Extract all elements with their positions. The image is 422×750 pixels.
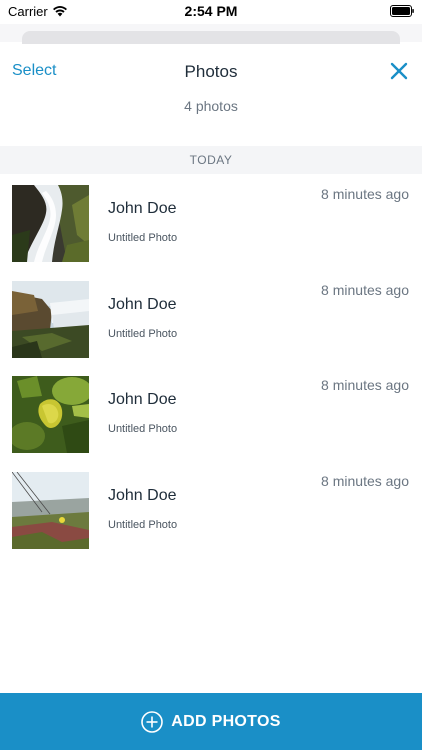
photo-thumbnail-waterfall[interactable] — [12, 185, 89, 262]
photo-caption: Untitled Photo — [108, 232, 178, 244]
status-bar: Carrier 2:54 PM — [0, 0, 422, 24]
page-title: Photos — [184, 62, 238, 81]
photo-caption: Untitled Photo — [108, 423, 178, 435]
photo-row[interactable]: John Doe Untitled Photo 8 minutes ago — [0, 176, 422, 272]
photo-thumbnail-falls-landscape[interactable] — [12, 280, 89, 358]
photo-row[interactable]: John Doe Untitled Photo 8 minutes ago — [0, 367, 422, 463]
clock: 2:54 PM — [184, 3, 238, 19]
photo-author: John Doe — [108, 295, 177, 313]
close-icon[interactable] — [388, 60, 410, 82]
photo-author: John Doe — [108, 391, 177, 408]
photo-count: 4 photos — [184, 98, 238, 114]
photo-row[interactable]: John Doe Untitled Photo 8 minutes ago — [0, 463, 422, 559]
photo-author: John Doe — [108, 486, 177, 504]
section-header-today: TODAY — [0, 146, 422, 174]
photo-row[interactable]: John Doe Untitled Photo 8 minutes ago — [0, 272, 422, 368]
photo-timestamp: 8 minutes ago — [321, 281, 409, 298]
sheet-handle — [22, 31, 400, 45]
photo-list: John Doe Untitled Photo 8 minutes ago Jo… — [0, 176, 422, 558]
photo-caption: Untitled Photo — [108, 327, 178, 340]
photo-thumbnail-grass-field[interactable] — [12, 471, 89, 549]
photo-thumbnail-leaves[interactable] — [12, 376, 89, 453]
photos-header: Select Photos 4 photos — [0, 44, 422, 144]
photo-author: John Doe — [108, 200, 177, 217]
photo-timestamp: 8 minutes ago — [321, 377, 409, 393]
plus-circle-icon — [141, 710, 164, 733]
battery-icon — [390, 5, 414, 17]
add-photos-label: ADD PHOTOS — [171, 712, 281, 730]
photo-caption: Untitled Photo — [108, 518, 178, 531]
photo-timestamp: 8 minutes ago — [321, 472, 409, 489]
add-photos-button[interactable]: ADD PHOTOS — [0, 693, 422, 750]
photo-timestamp: 8 minutes ago — [321, 186, 409, 202]
